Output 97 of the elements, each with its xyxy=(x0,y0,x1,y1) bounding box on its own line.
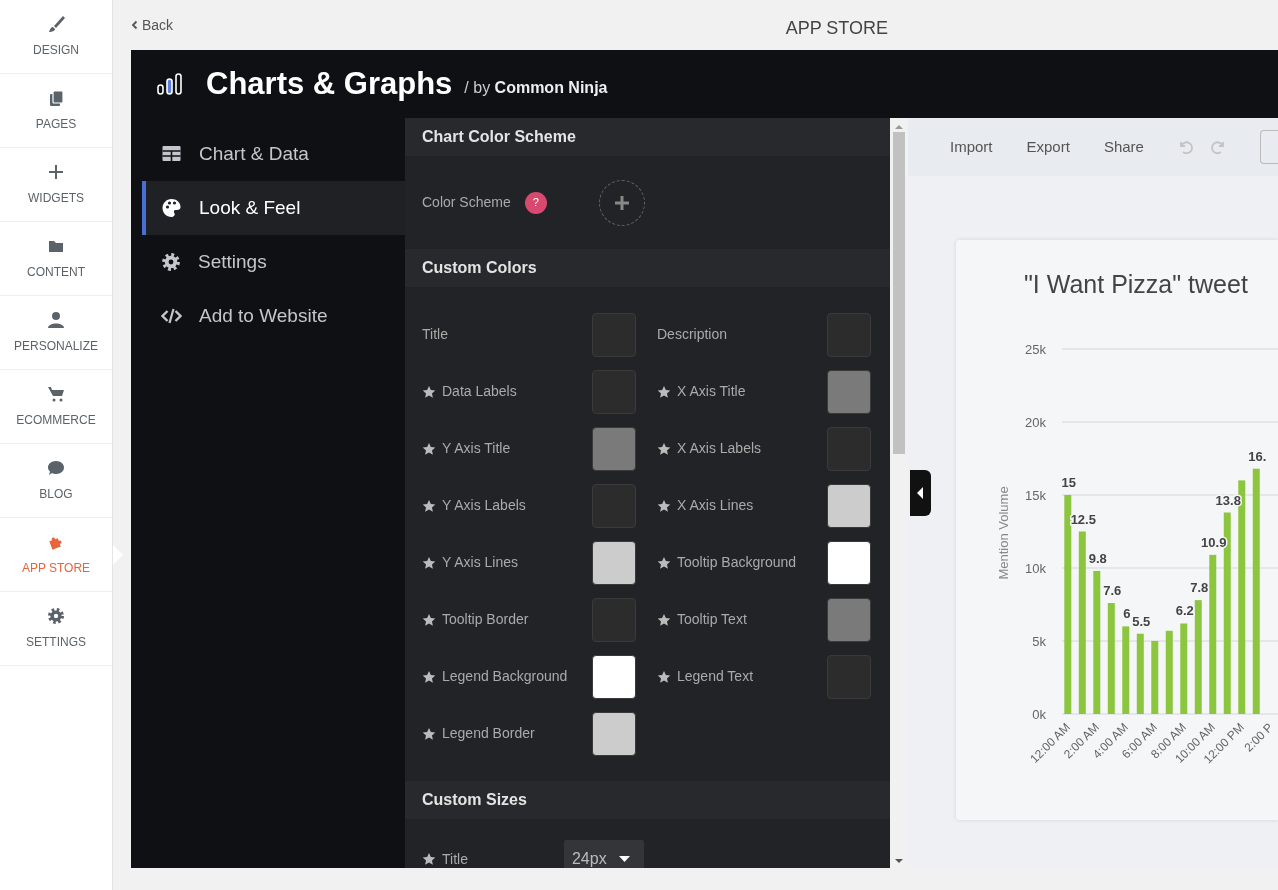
gear-icon xyxy=(47,606,65,625)
color-swatch[interactable] xyxy=(592,426,636,471)
axis-tick-label: 25k xyxy=(1025,342,1046,357)
section-header: Chart Color Scheme xyxy=(405,118,890,156)
field-label: Y Axis Title xyxy=(442,439,511,458)
collapse-tab[interactable] xyxy=(910,470,931,516)
color-swatch[interactable] xyxy=(827,369,871,414)
field-label: X Axis Title xyxy=(677,382,746,401)
axis-tick-label: 0k xyxy=(1032,707,1046,722)
caret-left-icon xyxy=(917,487,924,499)
color-swatch[interactable] xyxy=(827,540,871,585)
axis-title: Mention Volume xyxy=(996,486,1011,580)
field-label: Legend Background xyxy=(442,667,568,686)
app-title: Charts & Graphs xyxy=(206,64,453,103)
section-header: Custom Sizes xyxy=(405,781,890,819)
field-label: Legend Text xyxy=(677,667,754,686)
brush-icon xyxy=(47,14,65,33)
field-label: Tooltip Text xyxy=(677,610,747,629)
page-title: APP STORE xyxy=(785,16,888,40)
color-swatch[interactable] xyxy=(827,426,871,471)
color-swatch[interactable] xyxy=(827,654,871,699)
field-label: Title xyxy=(422,325,448,344)
scroll-up-arrow-icon[interactable] xyxy=(895,124,903,130)
axis-tick-label: 15k xyxy=(1025,488,1046,503)
person-icon xyxy=(47,310,65,329)
sidebar-item[interactable]: BLOG xyxy=(0,444,112,518)
help-badge[interactable]: ? xyxy=(524,191,547,214)
nav-item[interactable]: Chart & Data xyxy=(142,127,405,181)
field-label: X Axis Lines xyxy=(677,496,754,515)
color-swatch[interactable] xyxy=(827,312,871,357)
cart-icon xyxy=(47,384,65,403)
data-label: 7.6 xyxy=(1103,583,1122,599)
field-label: Tooltip Border xyxy=(442,610,529,629)
sidebar-item[interactable]: APP STORE xyxy=(0,518,112,592)
color-swatch[interactable] xyxy=(592,654,636,699)
data-label: 9.8 xyxy=(1088,550,1107,566)
data-label: 12.5 xyxy=(1070,511,1096,527)
sidebar-item[interactable]: WIDGETS xyxy=(0,148,112,222)
color-swatch[interactable] xyxy=(827,597,871,642)
redo-icon[interactable] xyxy=(1209,139,1226,155)
app-byline: / by Common Ninja xyxy=(464,78,608,98)
gear-icon xyxy=(161,252,181,272)
sidebar-item[interactable]: PAGES xyxy=(0,74,112,148)
field-label: X Axis Labels xyxy=(677,439,762,458)
toolbar-button[interactable]: Import xyxy=(950,135,993,159)
color-swatch[interactable] xyxy=(592,312,636,357)
nav-item[interactable]: Look & Feel xyxy=(142,181,405,235)
undo-icon[interactable] xyxy=(1177,139,1194,155)
plus-icon xyxy=(47,162,65,181)
axis-tick-label: 20k xyxy=(1025,415,1046,430)
table-icon xyxy=(161,144,182,164)
bar-chart-icon xyxy=(157,73,184,95)
sidebar-item[interactable]: PERSONALIZE xyxy=(0,296,112,370)
plus-icon xyxy=(613,194,630,211)
field-label: Legend Border xyxy=(442,724,535,743)
data-label: 7.8 xyxy=(1190,580,1209,596)
caret-down-icon xyxy=(618,855,630,863)
nav-item[interactable]: Settings xyxy=(142,235,405,289)
section-header: Custom Colors xyxy=(405,249,890,287)
field-label: Tooltip Background xyxy=(677,553,797,572)
data-label: 6.2 xyxy=(1175,603,1194,619)
sidebar-item[interactable]: CONTENT xyxy=(0,222,112,296)
field-label: Y Axis Labels xyxy=(442,496,526,515)
back-link[interactable]: Back xyxy=(131,14,174,36)
color-swatch[interactable] xyxy=(592,540,636,585)
field-label: Title xyxy=(442,849,468,868)
sidebar-item[interactable]: ECOMMERCE xyxy=(0,370,112,444)
field-label: Y Axis Lines xyxy=(442,553,518,572)
toolbar-button[interactable]: Share xyxy=(1103,135,1144,159)
field-label: Description xyxy=(657,325,728,344)
data-label: 16. xyxy=(1248,448,1267,464)
sidebar-item[interactable]: SETTINGS xyxy=(0,592,112,666)
nav-item[interactable]: Add to Website xyxy=(142,289,405,343)
chart-title: "I Want Pizza" tweet xyxy=(1023,269,1248,300)
sidebar-item[interactable]: DESIGN xyxy=(0,0,112,74)
axis-tick-label: 10k xyxy=(1025,561,1046,576)
palette-icon xyxy=(161,198,182,218)
color-swatch[interactable] xyxy=(592,597,636,642)
data-label: 15 xyxy=(1061,475,1077,490)
toolbar-button[interactable]: Export xyxy=(1026,135,1070,159)
size-dropdown[interactable]: 24px xyxy=(563,840,644,868)
pages-icon xyxy=(47,88,65,107)
code-icon xyxy=(161,306,182,326)
scroll-down-arrow-icon[interactable] xyxy=(895,858,903,864)
scrollbar-thumb[interactable] xyxy=(893,132,905,454)
color-swatch[interactable] xyxy=(827,483,871,528)
color-swatch[interactable] xyxy=(592,483,636,528)
chevron-left-icon xyxy=(131,20,138,30)
data-label: 5.5 xyxy=(1132,613,1151,629)
color-swatch[interactable] xyxy=(592,369,636,414)
chat-bubble-icon xyxy=(47,458,65,477)
field-label: Data Labels xyxy=(442,382,517,401)
color-swatch[interactable] xyxy=(592,711,636,756)
axis-tick-label: 5k xyxy=(1032,634,1046,649)
toolbar-button[interactable] xyxy=(1259,130,1278,164)
data-label: 6 xyxy=(1123,606,1131,622)
field-label: Color Scheme xyxy=(422,193,511,212)
